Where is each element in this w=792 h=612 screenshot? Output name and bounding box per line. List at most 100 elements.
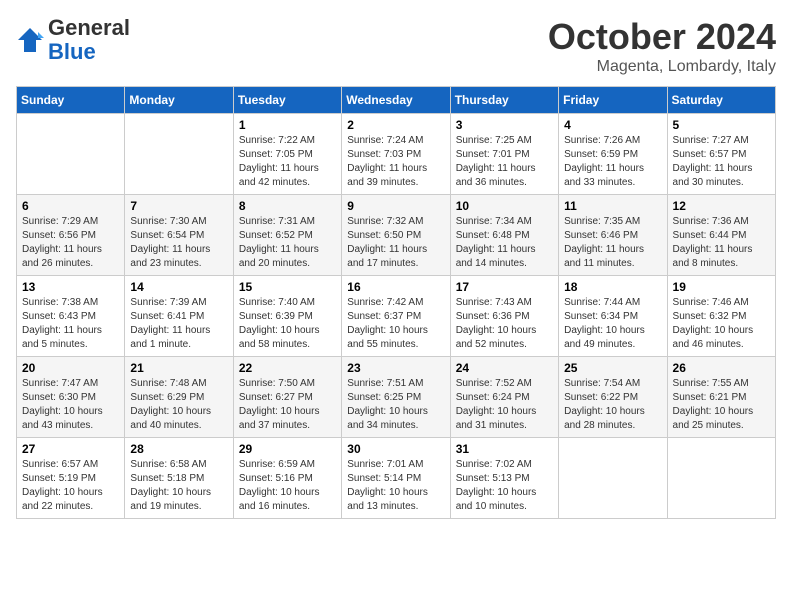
day-info: Sunrise: 7:01 AM Sunset: 5:14 PM Dayligh… [347,458,444,514]
table-row: 4 Sunrise: 7:26 AM Sunset: 6:59 PM Daylig… [559,114,667,195]
table-row: 23 Sunrise: 7:51 AM Sunset: 6:25 PM Dayli… [342,357,450,438]
day-info: Sunrise: 7:39 AM Sunset: 6:41 PM Dayligh… [130,296,227,352]
table-row: 10 Sunrise: 7:34 AM Sunset: 6:48 PM Dayli… [450,195,558,276]
day-info: Sunrise: 7:43 AM Sunset: 6:36 PM Dayligh… [456,296,553,352]
day-info: Sunrise: 7:55 AM Sunset: 6:21 PM Dayligh… [673,377,770,433]
day-info: Sunrise: 7:48 AM Sunset: 6:29 PM Dayligh… [130,377,227,433]
day-info: Sunrise: 7:46 AM Sunset: 6:32 PM Dayligh… [673,296,770,352]
table-row: 20 Sunrise: 7:47 AM Sunset: 6:30 PM Dayli… [17,357,125,438]
day-number: 6 [22,199,119,213]
day-number: 5 [673,118,770,132]
day-number: 3 [456,118,553,132]
day-info: Sunrise: 7:34 AM Sunset: 6:48 PM Dayligh… [456,215,553,271]
day-info: Sunrise: 7:27 AM Sunset: 6:57 PM Dayligh… [673,134,770,190]
logo-blue-text: Blue [48,39,96,64]
title-block: October 2024 Magenta, Lombardy, Italy [548,16,776,76]
calendar-week-row: 6 Sunrise: 7:29 AM Sunset: 6:56 PM Daylig… [17,195,776,276]
table-row: 5 Sunrise: 7:27 AM Sunset: 6:57 PM Daylig… [667,114,775,195]
day-number: 11 [564,199,661,213]
table-row [125,114,233,195]
day-number: 22 [239,361,336,375]
day-info: Sunrise: 7:50 AM Sunset: 6:27 PM Dayligh… [239,377,336,433]
day-info: Sunrise: 7:51 AM Sunset: 6:25 PM Dayligh… [347,377,444,433]
day-number: 23 [347,361,444,375]
col-wednesday: Wednesday [342,87,450,114]
calendar-header-row: Sunday Monday Tuesday Wednesday Thursday… [17,87,776,114]
day-info: Sunrise: 7:32 AM Sunset: 6:50 PM Dayligh… [347,215,444,271]
day-info: Sunrise: 6:59 AM Sunset: 5:16 PM Dayligh… [239,458,336,514]
day-info: Sunrise: 7:31 AM Sunset: 6:52 PM Dayligh… [239,215,336,271]
table-row: 22 Sunrise: 7:50 AM Sunset: 6:27 PM Dayli… [233,357,341,438]
table-row: 25 Sunrise: 7:54 AM Sunset: 6:22 PM Dayli… [559,357,667,438]
table-row: 28 Sunrise: 6:58 AM Sunset: 5:18 PM Dayli… [125,438,233,519]
table-row: 26 Sunrise: 7:55 AM Sunset: 6:21 PM Dayli… [667,357,775,438]
table-row: 6 Sunrise: 7:29 AM Sunset: 6:56 PM Daylig… [17,195,125,276]
day-number: 2 [347,118,444,132]
day-info: Sunrise: 7:38 AM Sunset: 6:43 PM Dayligh… [22,296,119,352]
table-row [17,114,125,195]
page-header: General Blue October 2024 Magenta, Lomba… [16,16,776,76]
day-number: 25 [564,361,661,375]
location-subtitle: Magenta, Lombardy, Italy [548,58,776,76]
day-number: 13 [22,280,119,294]
day-number: 26 [673,361,770,375]
logo-general-text: General [48,15,130,40]
table-row: 19 Sunrise: 7:46 AM Sunset: 6:32 PM Dayli… [667,276,775,357]
calendar-week-row: 13 Sunrise: 7:38 AM Sunset: 6:43 PM Dayli… [17,276,776,357]
table-row: 1Sunrise: 7:22 AM Sunset: 7:05 PM Daylig… [233,114,341,195]
table-row: 31Sunrise: 7:02 AM Sunset: 5:13 PM Dayli… [450,438,558,519]
day-number: 24 [456,361,553,375]
table-row: 24 Sunrise: 7:52 AM Sunset: 6:24 PM Dayli… [450,357,558,438]
day-info: Sunrise: 7:42 AM Sunset: 6:37 PM Dayligh… [347,296,444,352]
day-info: Sunrise: 7:26 AM Sunset: 6:59 PM Dayligh… [564,134,661,190]
table-row: 9 Sunrise: 7:32 AM Sunset: 6:50 PM Daylig… [342,195,450,276]
calendar-week-row: 1Sunrise: 7:22 AM Sunset: 7:05 PM Daylig… [17,114,776,195]
day-info: Sunrise: 7:54 AM Sunset: 6:22 PM Dayligh… [564,377,661,433]
day-number: 20 [22,361,119,375]
day-number: 9 [347,199,444,213]
table-row: 18 Sunrise: 7:44 AM Sunset: 6:34 PM Dayli… [559,276,667,357]
table-row: 15Sunrise: 7:40 AM Sunset: 6:39 PM Dayli… [233,276,341,357]
day-info: Sunrise: 7:22 AM Sunset: 7:05 PM Dayligh… [239,134,336,190]
day-number: 7 [130,199,227,213]
table-row: 30 Sunrise: 7:01 AM Sunset: 5:14 PM Dayli… [342,438,450,519]
day-info: Sunrise: 7:52 AM Sunset: 6:24 PM Dayligh… [456,377,553,433]
day-info: Sunrise: 6:57 AM Sunset: 5:19 PM Dayligh… [22,458,119,514]
table-row: 13 Sunrise: 7:38 AM Sunset: 6:43 PM Dayli… [17,276,125,357]
day-number: 16 [347,280,444,294]
day-number: 18 [564,280,661,294]
day-info: Sunrise: 7:35 AM Sunset: 6:46 PM Dayligh… [564,215,661,271]
col-monday: Monday [125,87,233,114]
day-number: 17 [456,280,553,294]
table-row: 29 Sunrise: 6:59 AM Sunset: 5:16 PM Dayli… [233,438,341,519]
table-row [559,438,667,519]
day-number: 30 [347,442,444,456]
day-info: Sunrise: 6:58 AM Sunset: 5:18 PM Dayligh… [130,458,227,514]
table-row: 16 Sunrise: 7:42 AM Sunset: 6:37 PM Dayli… [342,276,450,357]
day-info: Sunrise: 7:47 AM Sunset: 6:30 PM Dayligh… [22,377,119,433]
day-number: 12 [673,199,770,213]
table-row: 3Sunrise: 7:25 AM Sunset: 7:01 PM Daylig… [450,114,558,195]
col-friday: Friday [559,87,667,114]
day-number: 4 [564,118,661,132]
day-number: 27 [22,442,119,456]
day-number: 28 [130,442,227,456]
day-number: 8 [239,199,336,213]
day-number: 29 [239,442,336,456]
table-row: 11 Sunrise: 7:35 AM Sunset: 6:46 PM Dayli… [559,195,667,276]
table-row: 17 Sunrise: 7:43 AM Sunset: 6:36 PM Dayli… [450,276,558,357]
col-tuesday: Tuesday [233,87,341,114]
day-number: 19 [673,280,770,294]
table-row: 27 Sunrise: 6:57 AM Sunset: 5:19 PM Dayli… [17,438,125,519]
col-thursday: Thursday [450,87,558,114]
day-info: Sunrise: 7:44 AM Sunset: 6:34 PM Dayligh… [564,296,661,352]
calendar-week-row: 27 Sunrise: 6:57 AM Sunset: 5:19 PM Dayli… [17,438,776,519]
day-info: Sunrise: 7:29 AM Sunset: 6:56 PM Dayligh… [22,215,119,271]
day-number: 10 [456,199,553,213]
day-number: 21 [130,361,227,375]
calendar-week-row: 20 Sunrise: 7:47 AM Sunset: 6:30 PM Dayli… [17,357,776,438]
calendar-table: Sunday Monday Tuesday Wednesday Thursday… [16,86,776,519]
col-saturday: Saturday [667,87,775,114]
table-row: 2Sunrise: 7:24 AM Sunset: 7:03 PM Daylig… [342,114,450,195]
day-info: Sunrise: 7:30 AM Sunset: 6:54 PM Dayligh… [130,215,227,271]
